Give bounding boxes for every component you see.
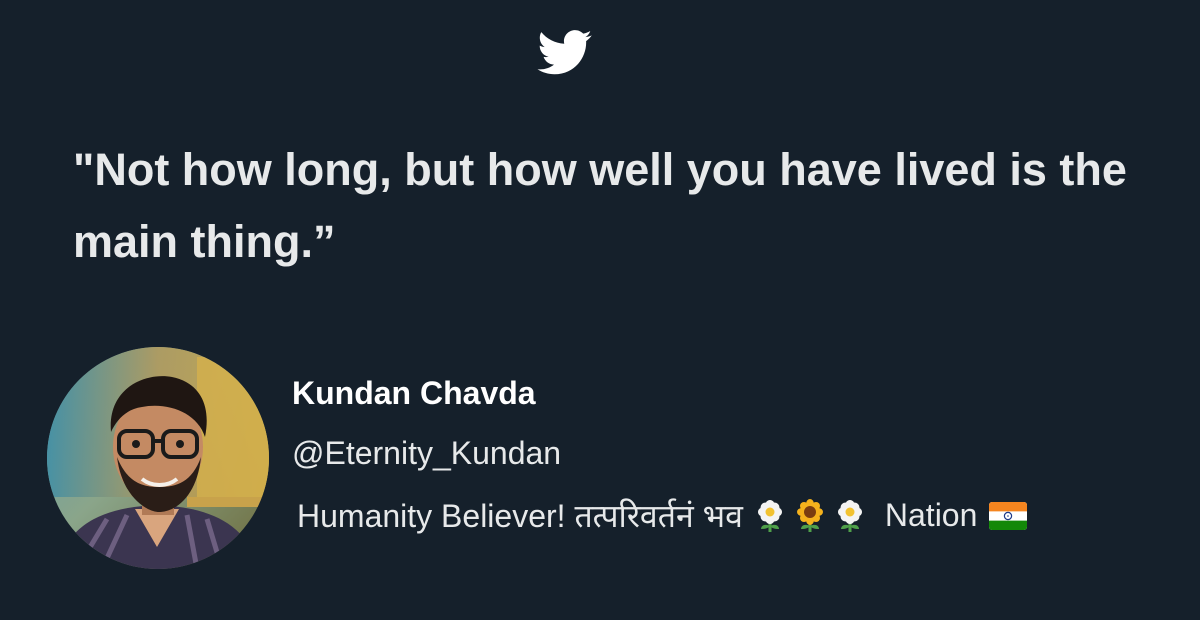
author-bio: Humanity Believer! तत्परिवर्तनं भव Natio…	[297, 494, 1028, 537]
author-handle[interactable]: @Eternity_Kundan	[292, 435, 561, 472]
author-name[interactable]: Kundan Chavda	[292, 375, 536, 412]
twitter-bird-icon	[537, 30, 593, 76]
india-flag-icon	[989, 501, 1028, 530]
avatar[interactable]	[47, 347, 269, 569]
bio-nation: Nation	[884, 497, 978, 533]
white-flower-icon	[833, 499, 867, 533]
sunflower-icon	[793, 498, 827, 533]
tweet-quote: "Not how long, but how well you have liv…	[73, 144, 1127, 267]
white-flower-icon	[753, 499, 787, 533]
bio-text: Humanity Believer! तत्परिवर्तनं भव	[297, 498, 743, 534]
